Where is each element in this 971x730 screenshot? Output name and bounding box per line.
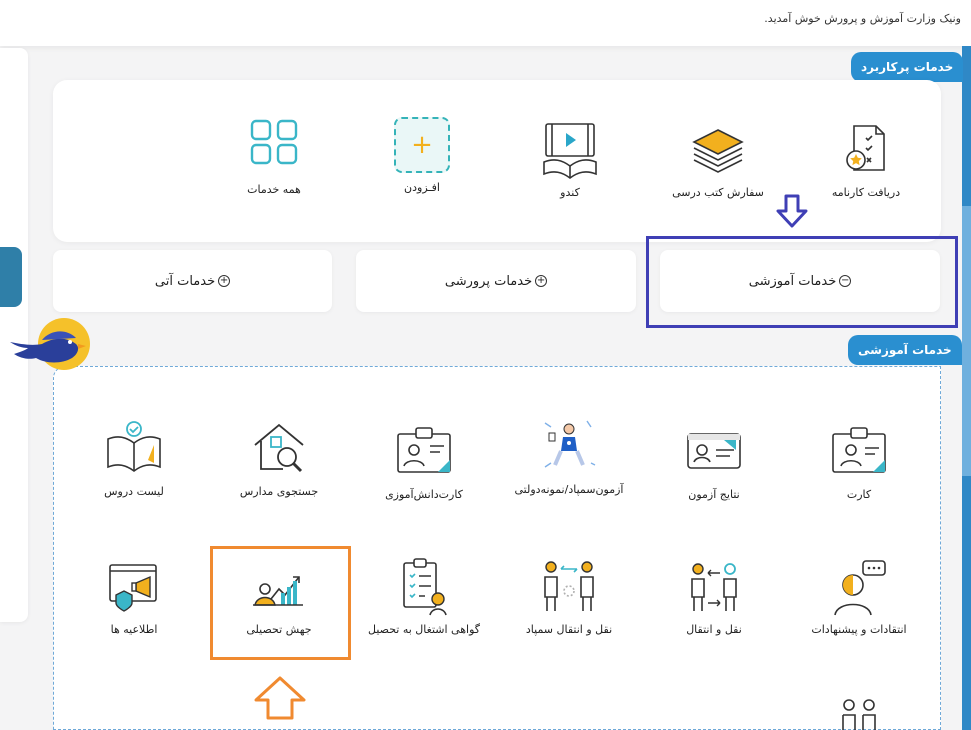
video-book-icon (543, 123, 597, 179)
transfer-icon (691, 563, 737, 611)
popular-services-title: خدمات پرکاربرد (851, 52, 964, 82)
service-label: کارت‌دانش‌آموزی (385, 488, 463, 501)
service-label: کندو (560, 186, 580, 199)
service-label: اطلاعیه ها (110, 623, 158, 636)
service-feedback[interactable]: انتقادات و پیشنهادات (789, 557, 929, 636)
open-book-check-icon (107, 421, 161, 472)
service-label: نقل و انتقال سمپاد (525, 623, 613, 636)
service-report-card[interactable]: دریافت کارنامه (796, 120, 936, 199)
transfer-sampad-icon (544, 561, 594, 611)
bird-mascot-icon[interactable] (6, 318, 90, 374)
grid-icon (250, 119, 298, 165)
service-exam-results[interactable]: نتایج آزمون (644, 422, 784, 501)
service-school-search[interactable]: جستجوی مدارس (209, 419, 349, 498)
service-label: جستجوی مدارس (239, 485, 319, 498)
category-label: خدمات پرورشی (444, 273, 533, 289)
service-label: سفارش کتب درسی (672, 186, 764, 199)
textbook-order-icon (692, 129, 744, 173)
service-label: آزمون‌سمپاد/نمونه‌دولتی (514, 483, 624, 496)
service-label: همه خدمات (247, 183, 301, 196)
service-kando[interactable]: کندو (500, 120, 640, 199)
school-search-icon (254, 423, 304, 473)
service-label: گواهی اشتغال به تحصیل (368, 623, 480, 636)
plus-circle-icon: + (218, 275, 231, 287)
plus-circle-icon: + (535, 275, 548, 287)
welcome-text: ونیک وزارت آموزش و پرورش خوش آمدید. (764, 12, 961, 25)
add-symbol: + (411, 130, 433, 160)
highlight-box-orange (210, 546, 351, 660)
service-transfer[interactable]: نقل و انتقال (644, 557, 784, 636)
left-panel-tab[interactable] (0, 247, 22, 307)
category-future-services[interactable]: + خدمات آتی (53, 250, 332, 312)
category-label: خدمات آتی (154, 273, 216, 289)
service-announcements[interactable]: اطلاعیه ها (64, 557, 204, 636)
report-card-icon (846, 125, 885, 171)
service-student-card[interactable]: کارت‌دانش‌آموزی (354, 422, 494, 501)
service-course-list[interactable]: لیست دروس (64, 419, 204, 498)
student-card-icon (397, 427, 451, 473)
service-all[interactable]: همه خدمات (204, 117, 344, 196)
category-nurturing-services[interactable]: + خدمات پرورشی (356, 250, 636, 312)
feedback-person-icon (834, 560, 886, 616)
service-enrollment-certificate[interactable]: گواهی اشتغال به تحصیل (354, 557, 494, 636)
educational-services-card: کارت نتایج آزمون آزمون‌سمپاد/نمونه‌دولتی (53, 366, 941, 730)
service-label: نقل و انتقال (686, 623, 742, 636)
service-label: کارت (846, 488, 872, 501)
service-label: انتقادات و پیشنهادات (811, 623, 907, 636)
top-bar: ونیک وزارت آموزش و پرورش خوش آمدید. (0, 0, 971, 46)
arrow-down-icon (776, 194, 808, 228)
add-icon: + (394, 117, 450, 173)
service-transfer-sampad[interactable]: نقل و انتقال سمپاد (499, 557, 639, 636)
service-label: دریافت کارنامه (831, 186, 901, 199)
service-sampad-exam[interactable]: آزمون‌سمپاد/نمونه‌دولتی (499, 417, 639, 496)
id-badge-icon (832, 427, 886, 473)
service-label: لیست دروس (104, 485, 164, 498)
service-add[interactable]: + افـزودن (352, 117, 492, 194)
service-card[interactable]: کارت (789, 422, 929, 501)
arrow-up-icon (254, 676, 306, 720)
service-label: نتایج آزمون (688, 488, 740, 501)
service-label: افـزودن (404, 181, 440, 194)
certificate-icon (403, 558, 447, 616)
right-scroll-rail[interactable] (962, 46, 971, 730)
announcement-icon (109, 564, 157, 612)
highlight-box-blue (646, 236, 958, 328)
educational-services-title: خدمات آموزشی (848, 335, 962, 365)
flying-student-icon (544, 420, 596, 468)
service-textbook-order[interactable]: سفارش کتب درسی (648, 120, 788, 199)
id-card-icon (687, 433, 741, 469)
people-icon[interactable] (829, 695, 889, 730)
